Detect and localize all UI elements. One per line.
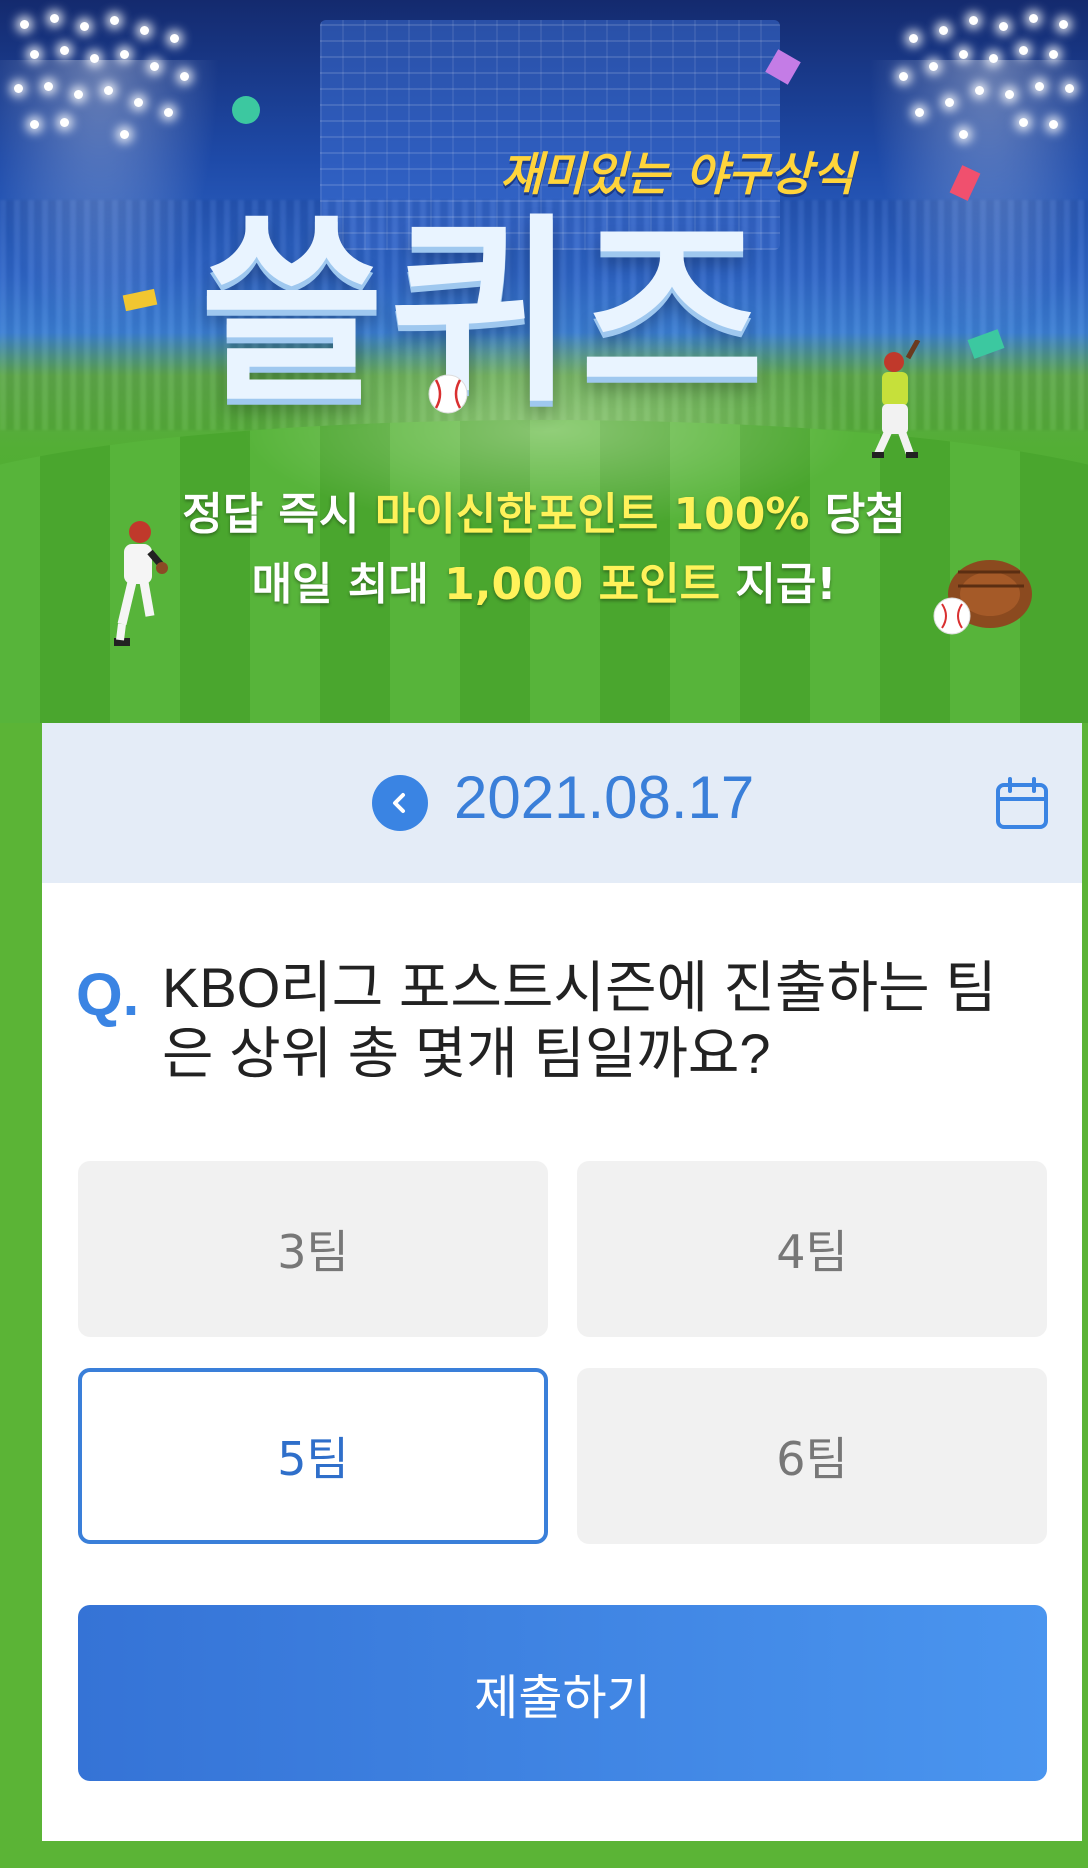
promo-highlight: 1,000 포인트 (444, 559, 721, 610)
promo-highlight: 마이신한포인트 100% (374, 489, 810, 540)
hero-promo-line-2: 매일 최대 1,000 포인트 지급! (0, 548, 1088, 612)
confetti-icon (232, 96, 260, 124)
answer-option-4[interactable]: 4팀 (577, 1161, 1047, 1337)
hero-title: 쓸퀴즈 (200, 197, 771, 430)
calendar-icon[interactable] (994, 775, 1050, 831)
stadium-lights-left-icon (0, 0, 220, 200)
baseball-icon (428, 374, 468, 414)
chevron-left-circle-icon[interactable] (372, 775, 428, 831)
submit-button[interactable]: 제출하기 (78, 1605, 1047, 1781)
hero-promo-line-1: 정답 즉시 마이신한포인트 100% 당첨 (0, 478, 1088, 542)
date-bar: 2021.08.17 (42, 723, 1082, 883)
promo-text: 지급! (720, 559, 837, 610)
answer-option-6[interactable]: 6팀 (577, 1368, 1047, 1544)
question-text: KBO리그 포스트시즌에 진출하는 팀은 상위 총 몇개 팀일까요? (162, 956, 997, 1085)
promo-text: 정답 즉시 (182, 489, 375, 540)
answer-option-5-selected[interactable]: 5팀 (78, 1368, 548, 1544)
promo-text: 당첨 (809, 489, 906, 540)
promo-text: 매일 최대 (251, 559, 445, 610)
quiz-date: 2021.08.17 (454, 764, 755, 831)
quiz-card: 2021.08.17 Q. KBO리그 포스트시즌에 진출하는 팀은 상위 총 … (42, 723, 1082, 1841)
batter-player-icon (872, 340, 921, 458)
answer-option-3[interactable]: 3팀 (78, 1161, 548, 1337)
question-prefix: Q. (76, 961, 140, 1028)
hero-banner: 재미있는 야구상식 쓸퀴즈 정답 즉시 마이신한포인트 100% 당첨 매일 최… (0, 0, 1088, 723)
